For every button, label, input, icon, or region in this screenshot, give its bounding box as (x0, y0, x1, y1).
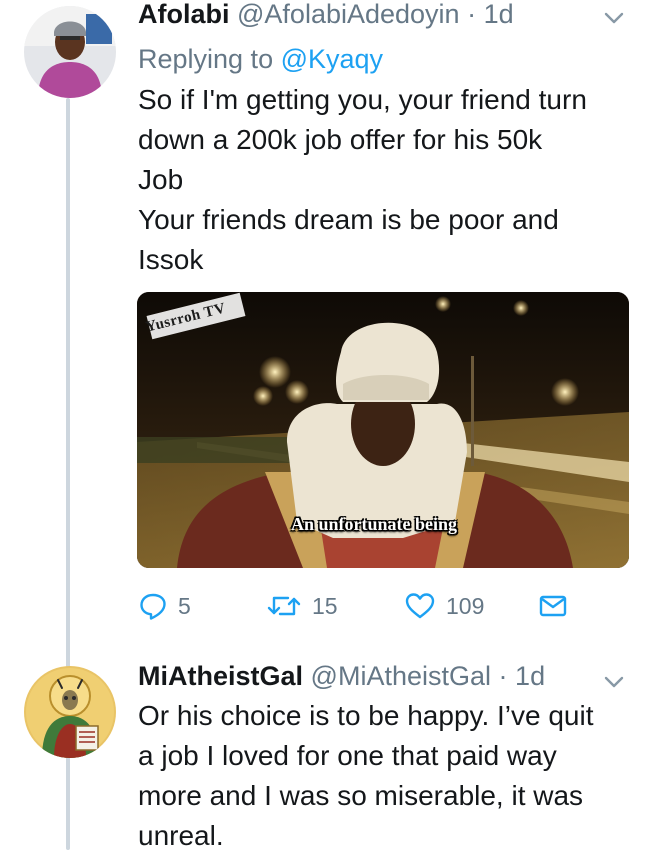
tweet-media-image[interactable]: Yusrroh TV An unfortunate being (137, 292, 629, 568)
separator-dot: · (498, 661, 508, 691)
replying-to: Replying to @Kyaqy (138, 42, 383, 76)
retweet-button[interactable]: 15 (266, 588, 338, 624)
mention-link[interactable]: @Kyaqy (281, 44, 383, 74)
tweet-text-line: Or his choice is to be happy. I’ve quit (138, 700, 594, 731)
tweet-text-line: Issok (138, 244, 204, 275)
chevron-down-icon[interactable] (602, 6, 626, 30)
avatar[interactable] (24, 666, 116, 758)
tweet-actions: 5 15 109 (138, 588, 578, 624)
retweet-icon (267, 596, 301, 616)
reply-count: 5 (178, 592, 191, 619)
tweet-text-line: Your friends dream is be poor and (138, 204, 559, 235)
tweet-text-line: more and I was so miserable, it was (138, 780, 584, 811)
heart-icon (405, 593, 435, 619)
tweet-text-line: a job I loved for one that paid way (138, 740, 557, 771)
timestamp[interactable]: 1d (484, 0, 514, 29)
reply-icon (140, 593, 166, 620)
separator-dot: · (467, 0, 477, 29)
user-handle[interactable]: @MiAtheistGal (311, 661, 491, 691)
avatar[interactable] (24, 6, 116, 98)
like-count: 109 (446, 592, 485, 619)
display-name[interactable]: MiAtheistGal (138, 661, 303, 691)
replying-to-label: Replying to (138, 44, 274, 74)
tweet-header: Afolabi @AfolabiAdedoyin · 1d (138, 0, 608, 31)
envelope-icon (539, 595, 567, 617)
tweet-text: So if I'm getting you, your friend turn … (138, 80, 587, 280)
tweet-text-line: down a 200k job offer for his 50k (138, 124, 543, 155)
tweet-text-line: unreal. (138, 820, 224, 851)
retweet-count: 15 (312, 592, 338, 619)
media-caption: An unfortunate being (291, 514, 458, 534)
tweet-text-line: Job (138, 164, 184, 195)
reply-button[interactable]: 5 (138, 588, 191, 624)
tweet-text: Or his choice is to be happy. I’ve quit … (138, 696, 594, 856)
like-button[interactable]: 109 (404, 588, 484, 624)
timestamp[interactable]: 1d (515, 661, 545, 691)
tweet-header: MiAtheistGal @MiAtheistGal · 1d (138, 659, 608, 693)
user-handle[interactable]: @AfolabiAdedoyin (237, 0, 460, 29)
direct-message-button[interactable] (538, 588, 568, 624)
chevron-down-icon[interactable] (602, 670, 626, 694)
display-name[interactable]: Afolabi (138, 0, 230, 29)
avatar-icon-art-miatheistgal (24, 666, 116, 758)
tweet-text-line: So if I'm getting you, your friend turn (138, 84, 587, 115)
avatar-photo-afolabi (24, 6, 116, 98)
